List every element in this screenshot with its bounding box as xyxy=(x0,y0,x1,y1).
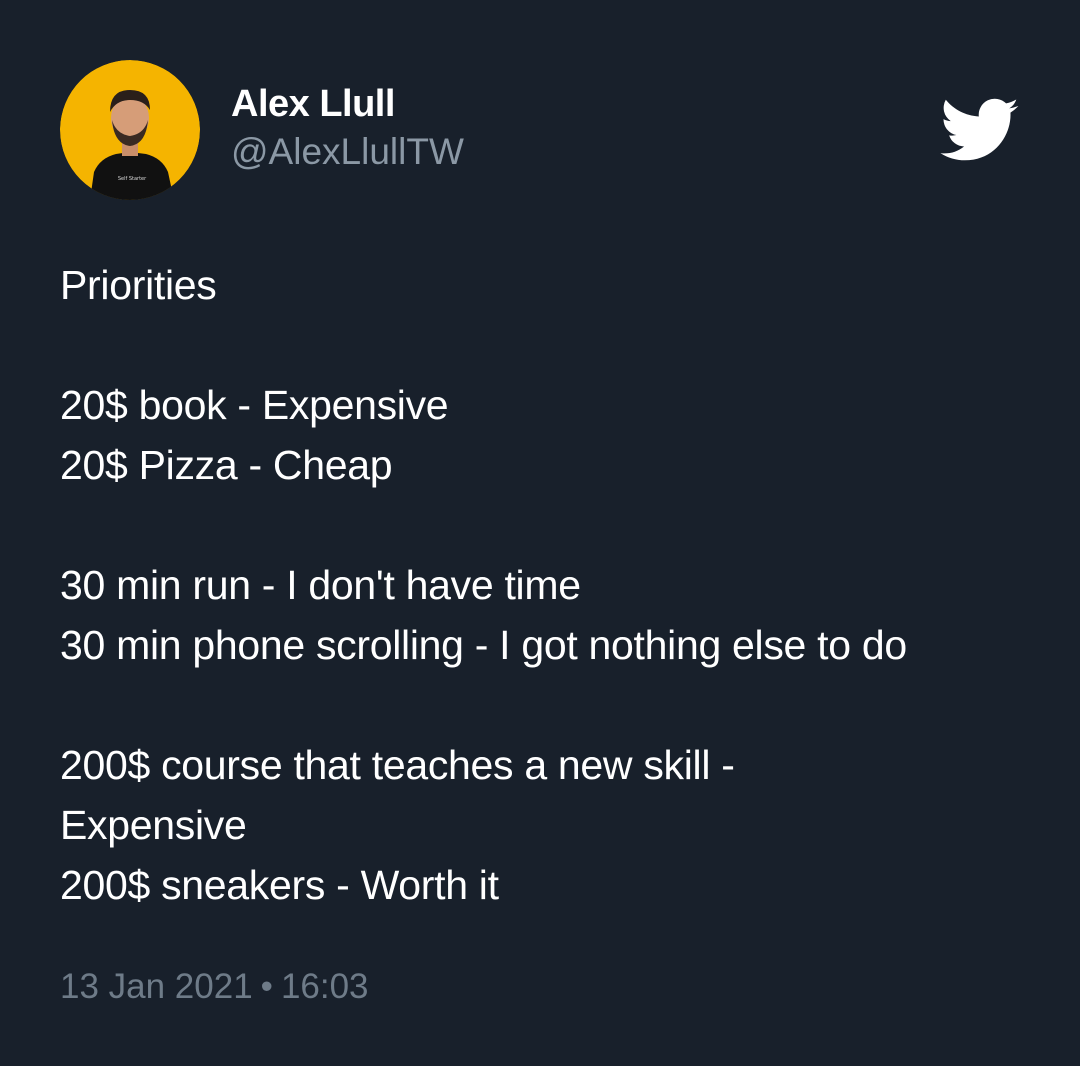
tweet-header: Self Starter Alex Llull @AlexLlullTW xyxy=(60,60,1020,200)
tweet-line: Expensive xyxy=(60,802,247,848)
tweet-line: 20$ Pizza - Cheap xyxy=(60,442,393,488)
avatar-photo: Self Starter xyxy=(60,60,200,200)
author-display-name[interactable]: Alex Llull xyxy=(231,82,464,126)
author-handle[interactable]: @AlexLlullTW xyxy=(231,130,464,174)
tweet-line: 30 min run - I don't have time xyxy=(60,562,581,608)
tweet-timestamp[interactable]: 13 Jan 2021 • 16:03 xyxy=(60,962,369,1012)
tweet-line: 200$ sneakers - Worth it xyxy=(60,862,499,908)
shirt-text: Self Starter xyxy=(118,176,147,182)
twitter-bird-icon xyxy=(940,98,1020,164)
author-info: Alex Llull @AlexLlullTW xyxy=(231,82,464,174)
tweet-line: 200$ course that teaches a new skill - xyxy=(60,742,735,788)
tweet-line: 20$ book - Expensive xyxy=(60,382,449,428)
tweet-text: Priorities 20$ book - Expensive 20$ Pizz… xyxy=(60,255,1020,915)
tweet-card: Self Starter Alex Llull @AlexLlullTW Pri… xyxy=(0,0,1080,1066)
avatar[interactable]: Self Starter xyxy=(60,60,200,200)
timestamp-separator: • xyxy=(260,967,273,1006)
tweet-line: Priorities xyxy=(60,262,217,308)
tweet-time: 16:03 xyxy=(280,967,369,1006)
tweet-line: 30 min phone scrolling - I got nothing e… xyxy=(60,622,907,668)
tweet-date: 13 Jan 2021 xyxy=(60,967,253,1006)
